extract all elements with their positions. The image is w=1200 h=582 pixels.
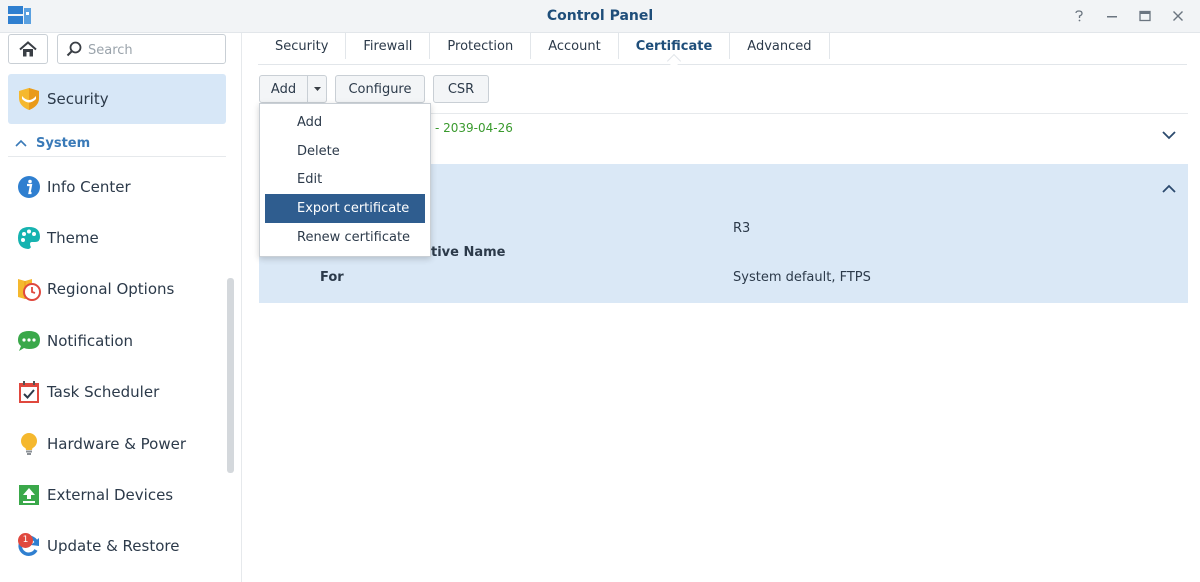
sidebar-item-label: Theme	[47, 229, 99, 248]
sidebar-item-theme[interactable]: Theme	[8, 212, 226, 263]
alt-name-label: tive Name	[431, 245, 506, 260]
tab-label: Firewall	[363, 38, 413, 54]
for-label: For	[320, 270, 344, 285]
close-icon[interactable]	[1161, 5, 1194, 27]
regional-clock-icon	[18, 279, 41, 302]
window-title: Control Panel	[546, 8, 654, 24]
menu-item-edit[interactable]: Edit	[265, 166, 425, 195]
sidebar-group-system[interactable]: System	[8, 130, 226, 157]
toolbar: Add Configure CSR	[259, 75, 489, 103]
title-bar: Control Panel	[0, 0, 1200, 33]
tab-advanced[interactable]: Advanced	[730, 33, 830, 59]
chat-bubble-icon	[18, 330, 40, 351]
sidebar-item-label: External Devices	[47, 486, 174, 505]
sidebar-item-label: Info Center	[47, 177, 131, 196]
update-count-badge: 1	[18, 532, 33, 548]
sidebar-item-label: Security	[47, 90, 109, 108]
minimize-icon[interactable]	[1095, 5, 1128, 27]
sidebar: Security System Info Center Theme Region…	[0, 33, 242, 582]
sidebar-item-label: Update & Restore	[47, 537, 180, 556]
add-dropdown-toggle[interactable]	[308, 76, 326, 102]
search-input[interactable]	[88, 40, 218, 60]
sidebar-item-external-devices[interactable]: External Devices	[8, 469, 226, 520]
caret-down-icon	[313, 87, 321, 91]
add-dropdown-menu: Add Delete Edit Export certificate Renew…	[259, 103, 431, 257]
upload-icon	[19, 485, 39, 506]
tab-bar: Security Firewall Protection Account Cer…	[258, 33, 1187, 69]
menu-item-add[interactable]: Add	[265, 108, 425, 137]
sidebar-item-task-scheduler[interactable]: Task Scheduler	[8, 367, 226, 418]
for-value: System default, FTPS	[733, 270, 871, 285]
sidebar-item-label: Hardware & Power	[47, 434, 187, 453]
tab-firewall[interactable]: Firewall	[346, 33, 431, 59]
shield-icon	[19, 88, 39, 110]
csr-button[interactable]: CSR	[433, 75, 489, 103]
certificate-expiry-date: - 2039-04-26	[435, 121, 513, 135]
search-icon	[66, 41, 82, 57]
tab-label: Advanced	[747, 38, 812, 54]
sidebar-item-label: Notification	[47, 331, 134, 350]
chevron-up-icon[interactable]	[1162, 184, 1176, 193]
search-field[interactable]	[57, 34, 226, 64]
sidebar-item-regional-options[interactable]: Regional Options	[8, 264, 226, 315]
lightbulb-icon	[21, 432, 37, 455]
tab-label: Security	[275, 38, 329, 54]
palette-icon	[18, 227, 40, 250]
add-button[interactable]: Add	[260, 76, 308, 102]
sidebar-item-notification[interactable]: Notification	[8, 315, 226, 366]
sidebar-item-security[interactable]: Security	[8, 74, 226, 124]
chevron-up-icon	[15, 139, 27, 147]
sidebar-item-update-restore[interactable]: 1 Update & Restore	[8, 521, 226, 572]
active-tab-indicator	[666, 53, 682, 69]
tab-account[interactable]: Account	[531, 33, 619, 59]
sidebar-item-label: Regional Options	[47, 280, 175, 299]
maximize-icon[interactable]	[1128, 5, 1161, 27]
sidebar-nav-list: Info Center Theme Regional Options Notif…	[8, 161, 226, 572]
configure-button[interactable]: Configure	[335, 75, 425, 103]
help-icon[interactable]	[1062, 5, 1095, 27]
home-button[interactable]	[8, 34, 48, 64]
menu-item-renew-certificate[interactable]: Renew certificate	[265, 223, 425, 252]
sidebar-scrollbar[interactable]	[227, 278, 234, 473]
add-split-button: Add	[259, 75, 327, 103]
sidebar-item-label: Task Scheduler	[47, 383, 160, 402]
sidebar-group-label: System	[36, 135, 91, 151]
chevron-down-icon[interactable]	[1162, 131, 1176, 140]
menu-item-delete[interactable]: Delete	[265, 137, 425, 166]
menu-item-export-certificate[interactable]: Export certificate	[265, 194, 425, 224]
home-icon	[19, 40, 37, 56]
issuer-value: R3	[733, 221, 751, 236]
tab-label: Account	[548, 38, 601, 54]
sidebar-item-info-center[interactable]: Info Center	[8, 161, 226, 212]
tab-label: Protection	[447, 38, 514, 54]
sidebar-item-hardware-power[interactable]: Hardware & Power	[8, 418, 226, 469]
tab-certificate[interactable]: Certificate	[619, 33, 731, 69]
calendar-check-icon	[19, 381, 39, 404]
tab-security[interactable]: Security	[258, 33, 347, 59]
tab-protection[interactable]: Protection	[430, 33, 532, 59]
info-icon	[18, 175, 40, 198]
tab-label: Certificate	[635, 38, 713, 54]
